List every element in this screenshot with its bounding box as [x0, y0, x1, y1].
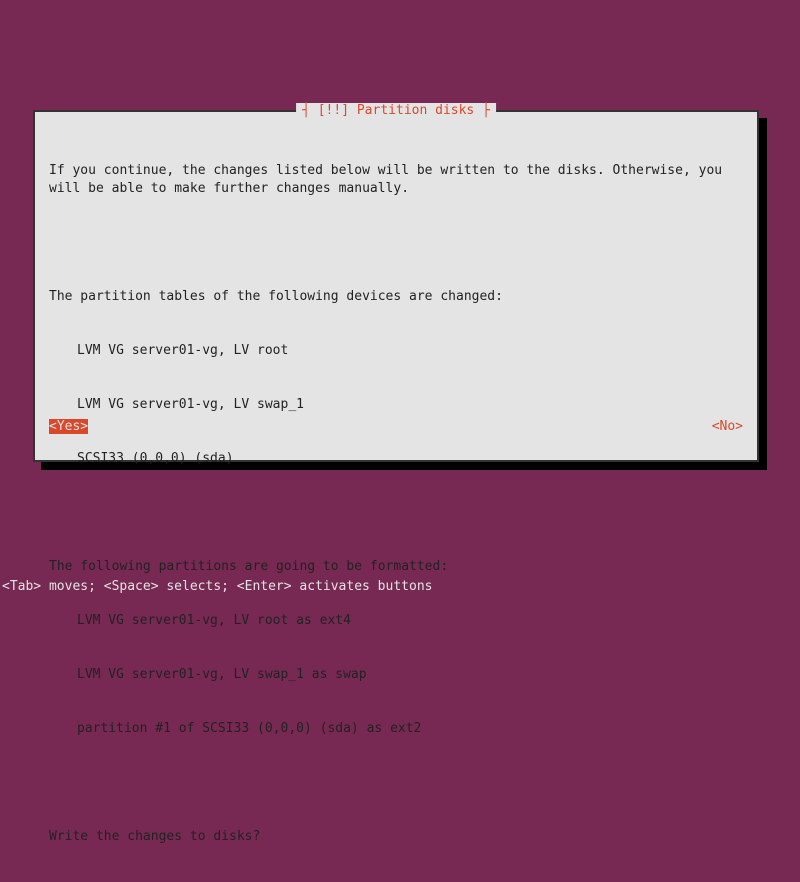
no-button[interactable]: <No>: [712, 419, 743, 434]
section2-header: The following partitions are going to be…: [49, 558, 743, 576]
title-bracket-left: ┤: [302, 103, 318, 118]
section2-item: LVM VG server01-vg, LV swap_1 as swap: [49, 666, 743, 684]
section1-item: LVM VG server01-vg, LV swap_1: [49, 396, 743, 414]
section1-item: SCSI33 (0,0,0) (sda): [49, 450, 743, 468]
spacer: [49, 234, 743, 252]
section1-item: LVM VG server01-vg, LV root: [49, 342, 743, 360]
spacer: [49, 504, 743, 522]
partition-dialog: ┤ [!!] Partition disks ├ If you continue…: [33, 110, 759, 462]
section2-item: partition #1 of SCSI33 (0,0,0) (sda) as …: [49, 720, 743, 738]
prompt-text: Write the changes to disks?: [49, 828, 743, 846]
intro-text: If you continue, the changes listed belo…: [49, 162, 743, 198]
dialog-content: If you continue, the changes listed belo…: [35, 112, 757, 882]
section1-header: The partition tables of the following de…: [49, 288, 743, 306]
dialog-title: ┤ [!!] Partition disks ├: [296, 103, 496, 118]
spacer: [49, 774, 743, 792]
title-text: [!!] Partition disks: [318, 103, 475, 118]
dialog-buttons: <Yes> <No>: [49, 419, 743, 434]
section2-item: LVM VG server01-vg, LV root as ext4: [49, 612, 743, 630]
yes-button[interactable]: <Yes>: [49, 419, 88, 434]
help-bar: <Tab> moves; <Space> selects; <Enter> ac…: [2, 579, 432, 594]
title-bracket-right: ├: [474, 103, 490, 118]
